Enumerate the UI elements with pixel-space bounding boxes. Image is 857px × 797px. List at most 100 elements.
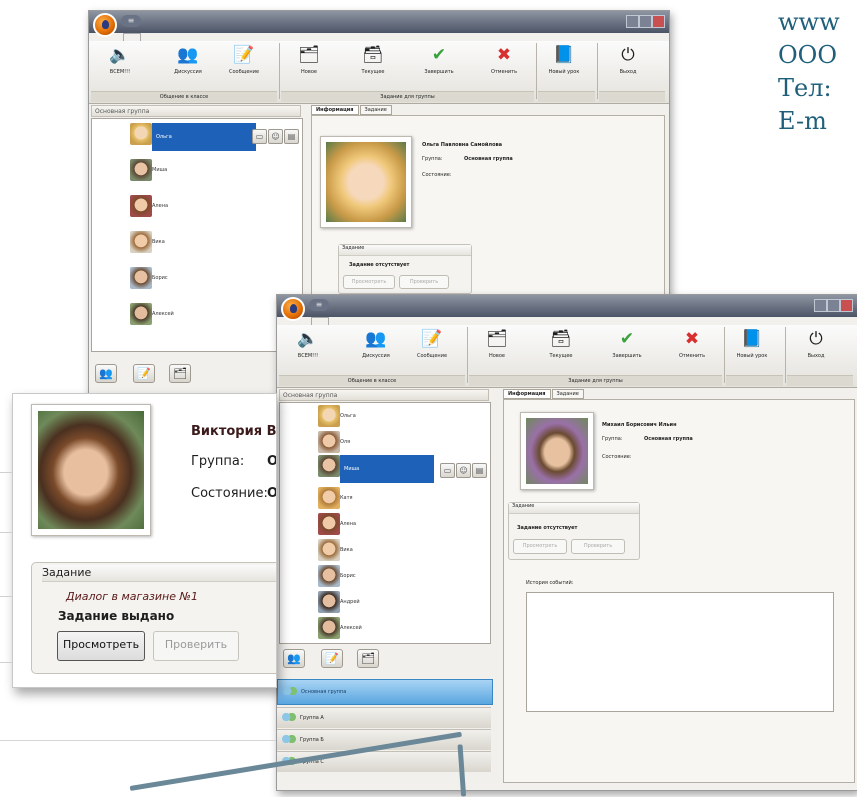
group-separator: [597, 43, 598, 99]
task-box: Задание Задание отсутствует Просмотреть …: [338, 244, 472, 294]
ribbon-button-message[interactable]: 📝 Сообщение: [407, 329, 457, 359]
student-list[interactable]: Ольга Миша Алена Вика Борис Алексей ▭ ☺ …: [91, 118, 303, 352]
group-label: Группа:: [422, 156, 443, 162]
ribbon-button-discussion[interactable]: 👥 Дискуссия: [163, 45, 213, 75]
close-button[interactable]: [840, 299, 853, 312]
view-button[interactable]: Просмотреть: [343, 275, 395, 289]
task-button[interactable]: 🗂: [169, 364, 191, 383]
people-button[interactable]: 👥: [95, 364, 117, 383]
check-icon: ✔: [431, 45, 447, 65]
ribbon-button-message[interactable]: 📝 Сообщение: [219, 45, 269, 75]
student-photo: [320, 136, 412, 228]
task-button[interactable]: 🗂: [357, 649, 379, 668]
ribbon-group-label: [787, 375, 853, 386]
new-task-icon: 🗂: [486, 329, 508, 349]
people-icon: 👥: [177, 45, 199, 65]
maximize-button[interactable]: [827, 299, 840, 312]
note-view-button[interactable]: ▤: [472, 463, 487, 478]
ribbon-label: Дискуссия: [174, 69, 202, 75]
avatar: [318, 487, 340, 509]
check-button[interactable]: Проверить: [153, 631, 239, 661]
app-logo-icon[interactable]: [281, 297, 305, 321]
book-icon: 📘: [553, 45, 575, 65]
student-name: Борис: [340, 573, 356, 579]
tab-info[interactable]: Информация: [503, 389, 551, 399]
group-value: Ос: [267, 454, 277, 469]
x-icon: ✖: [496, 45, 512, 65]
ribbon-button-finish[interactable]: ✔ Завершить: [602, 329, 652, 359]
group-icon: [283, 686, 297, 697]
check-button[interactable]: Проверить: [399, 275, 449, 289]
ribbon-button-new[interactable]: 🗂 Новое: [284, 45, 334, 75]
group-name: Группа А: [300, 715, 324, 721]
student-name: Вика: [152, 239, 165, 245]
info-panel: Михаил Борисович Ильин Группа: Основная …: [503, 399, 855, 783]
ribbon-button-exit[interactable]: ⏻ Выход: [791, 329, 841, 359]
note-button[interactable]: 📝: [321, 649, 343, 668]
ribbon-button-cancel[interactable]: ✖ Отменить: [479, 45, 529, 75]
view-button[interactable]: Просмотреть: [513, 539, 567, 554]
ribbon-label: Отменить: [490, 69, 518, 75]
group-item-main[interactable]: Основная группа: [277, 679, 493, 705]
info-tabs: Информация Задание: [503, 389, 585, 399]
quick-menu-button[interactable]: ≡: [121, 15, 141, 27]
contact-line: E-m: [778, 107, 827, 135]
ribbon-button-new[interactable]: 🗂 Новое: [472, 329, 522, 359]
maximize-button[interactable]: [639, 15, 652, 28]
minimize-button[interactable]: [626, 15, 639, 28]
avatar: [130, 159, 152, 181]
tab-info[interactable]: Информация: [311, 105, 359, 115]
minimize-button[interactable]: [814, 299, 827, 312]
divider: [0, 662, 12, 663]
student-item[interactable]: Миша: [318, 455, 436, 483]
check-button[interactable]: Проверить: [571, 539, 625, 554]
ribbon-button-discussion[interactable]: 👥 Дискуссия: [351, 329, 401, 359]
list-view-button[interactable]: ▭: [252, 129, 267, 144]
ribbon-button-exit[interactable]: ⏻ Выход: [603, 45, 653, 75]
ribbon-button-cancel[interactable]: ✖ Отменить: [667, 329, 717, 359]
ribbon-button-all[interactable]: 🔈 ВСЕМ!!!: [283, 329, 333, 359]
view-button[interactable]: Просмотреть: [57, 631, 145, 661]
people-icon: 👥: [365, 329, 387, 349]
ribbon-group-label: [726, 375, 783, 386]
student-photo-large: [31, 404, 151, 536]
group-separator: [279, 43, 280, 99]
ribbon-group-label: [538, 91, 595, 102]
ribbon-button-current[interactable]: 🗃 Текущее: [536, 329, 586, 359]
people-button[interactable]: 👥: [283, 649, 305, 668]
quick-menu-button[interactable]: ≡: [309, 299, 329, 311]
contact-line: www: [778, 8, 840, 36]
user-view-button[interactable]: ☺: [268, 129, 283, 144]
app-window-front: ≡ 🔈 ВСЕМ!!! 👥 Дискуссия 📝 Сообщение 🗂 Новое …: [276, 294, 857, 791]
group-item-a[interactable]: Группа А: [277, 707, 491, 728]
ribbon-group-label: Задание для группы: [281, 91, 534, 102]
user-view-button[interactable]: ☺: [456, 463, 471, 478]
note-view-button[interactable]: ▤: [284, 129, 299, 144]
tab-task[interactable]: Задание: [359, 105, 392, 115]
tab-task[interactable]: Задание: [551, 389, 584, 399]
avatar: [130, 303, 152, 325]
ribbon-button-finish[interactable]: ✔ Завершить: [414, 45, 464, 75]
app-logo-icon[interactable]: [93, 13, 117, 37]
divider: [0, 472, 12, 473]
avatar: [318, 513, 340, 535]
info-tabs: Информация Задание: [311, 105, 393, 115]
student-name: Миша: [152, 167, 168, 173]
list-view-button[interactable]: ▭: [440, 463, 455, 478]
student-name: Борис: [152, 275, 168, 281]
history-log[interactable]: [526, 592, 834, 712]
divider: [0, 596, 12, 597]
student-list[interactable]: Ольга Оля Миша Катя Алена Вика Борис Анд…: [279, 402, 491, 644]
ribbon-button-new-lesson[interactable]: 📘 Новый урок: [539, 45, 589, 75]
ribbon-button-all[interactable]: 🔈 ВСЕМ!!!: [95, 45, 145, 75]
ribbon-button-new-lesson[interactable]: 📘 Новый урок: [727, 329, 777, 359]
ribbon-button-current[interactable]: 🗃 Текущее: [348, 45, 398, 75]
title-bar[interactable]: [89, 11, 669, 33]
new-task-icon: 🗂: [298, 45, 320, 65]
title-bar[interactable]: [277, 295, 857, 317]
close-button[interactable]: [652, 15, 665, 28]
state-label: Состояние:: [602, 454, 632, 460]
group-value: Основная группа: [644, 436, 693, 442]
ribbon-label: Новый урок: [548, 69, 580, 75]
note-button[interactable]: 📝: [133, 364, 155, 383]
